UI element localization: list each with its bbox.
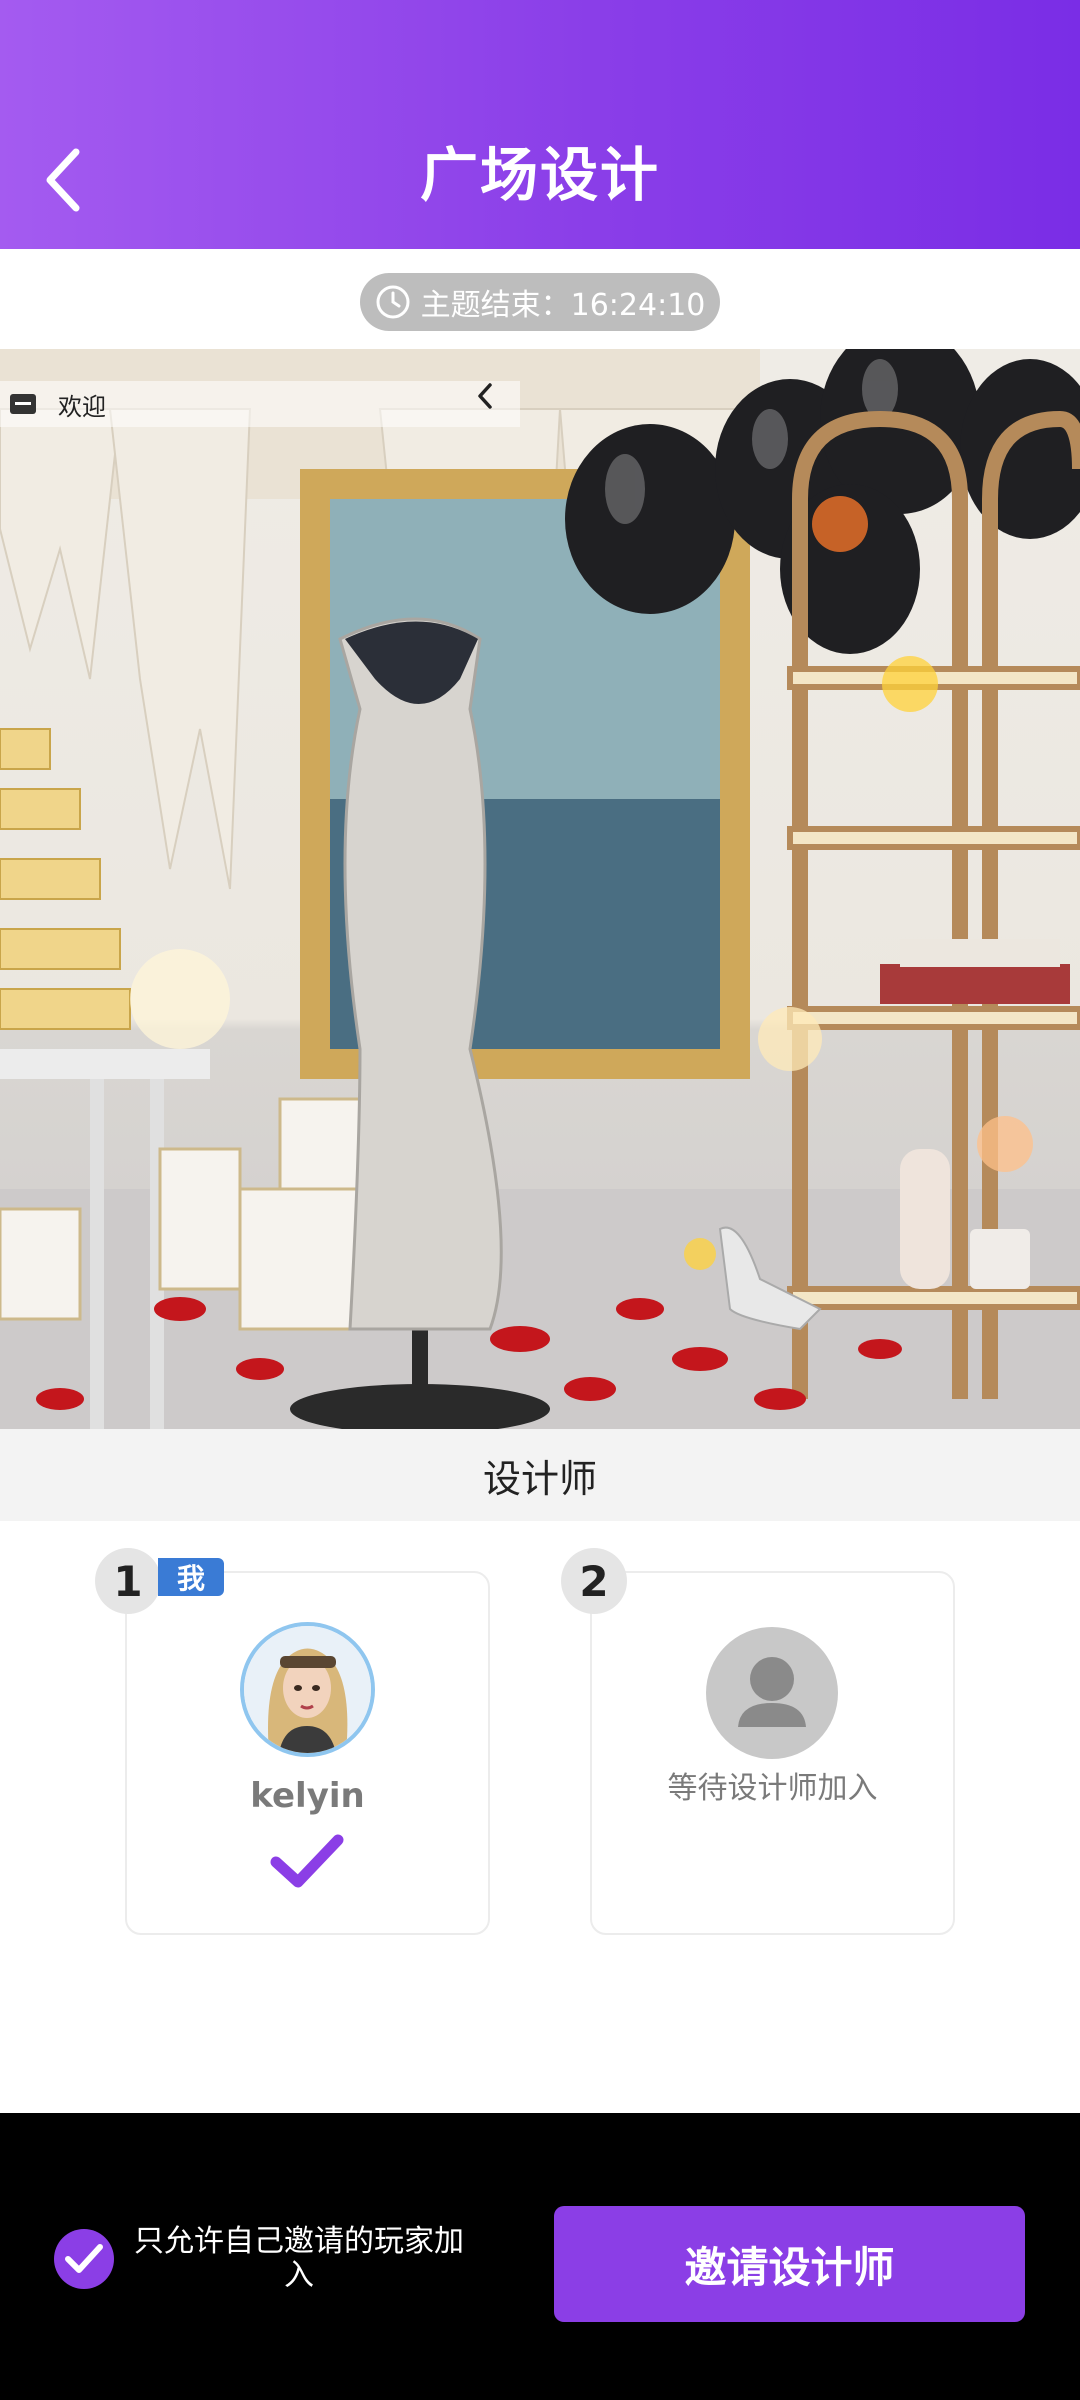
check-icon [65,2244,103,2273]
chat-icon [10,394,36,414]
me-tag: 我 [158,1558,224,1596]
allow-only-invited-checkbox[interactable] [54,2229,114,2289]
player-name: kelyin [250,1776,365,1816]
timer-value: 16:24:10 [570,288,706,323]
chevron-left-icon [478,383,492,409]
check-icon [270,1834,344,1888]
rank-badge: 2 [561,1548,627,1614]
section-title: 设计师 [0,1429,1080,1521]
waiting-text: 等待设计师加入 [667,1771,878,1806]
avatar[interactable] [240,1622,375,1757]
welcome-banner: 欢迎 [0,381,520,427]
timer-label: 主题结束： [420,288,571,323]
theme-timer: 主题结束：16:24:10 [360,273,720,331]
character-portrait [244,1626,371,1753]
page-title: 广场设计 [419,141,660,209]
welcome-text: 欢迎 [58,392,106,421]
header-bar: 广场设计 [0,0,1080,249]
banner-collapse-button[interactable] [474,381,520,427]
user-icon [738,1657,806,1727]
invite-designer-button[interactable]: 邀请设计师 [554,2206,1025,2322]
allow-only-invited-label[interactable]: 只允许自己邀请的玩家加入 [124,2225,474,2293]
rank-badge: 1 [95,1548,161,1614]
clock-icon [376,285,410,319]
empty-avatar [706,1627,838,1759]
design-scene[interactable]: 欢迎 [0,349,1080,1429]
scene-illustration [0,349,1080,1429]
